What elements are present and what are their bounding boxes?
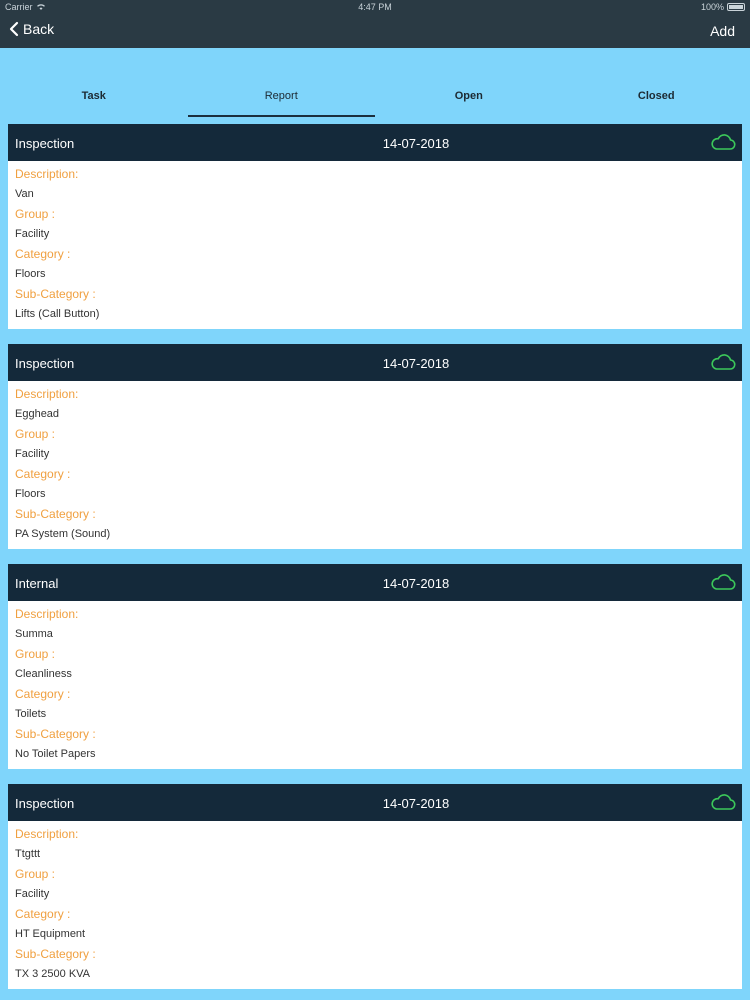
battery-percent: 100% bbox=[700, 2, 724, 12]
report-card[interactable]: Inspection 14-07-2018 Description: Egghe… bbox=[8, 344, 742, 549]
sub-category-label: Sub-Category : bbox=[15, 507, 96, 521]
category-value: Floors bbox=[15, 488, 46, 500]
report-date: 14-07-2018 bbox=[382, 576, 450, 591]
description-value: Ttgttt bbox=[15, 848, 41, 860]
sub-category-value: No Toilet Papers bbox=[15, 748, 96, 760]
report-card[interactable]: Inspection 14-07-2018 Description: Van G… bbox=[8, 124, 742, 329]
category-value: Floors bbox=[15, 268, 46, 280]
description-value: Egghead bbox=[15, 408, 60, 420]
group-label: Group : bbox=[15, 427, 56, 441]
sub-category-value: TX 3 2500 KVA bbox=[15, 968, 91, 980]
group-value: Facility bbox=[15, 448, 50, 460]
sub-category-value: Lifts (Call Button) bbox=[15, 308, 100, 320]
report-list: Inspection 14-07-2018 Description: Van G… bbox=[8, 124, 742, 1000]
sub-category-label: Sub-Category : bbox=[15, 727, 96, 741]
card-header: Internal 14-07-2018 bbox=[8, 564, 742, 601]
status-time: 4:47 PM bbox=[358, 2, 392, 12]
cloud-icon[interactable] bbox=[710, 793, 736, 811]
card-body: Description: Summa Group : Cleanliness C… bbox=[8, 601, 742, 764]
category-label: Category : bbox=[15, 687, 71, 701]
card-header: Inspection 14-07-2018 bbox=[8, 784, 742, 821]
tab-closed[interactable]: Closed bbox=[563, 80, 750, 118]
cloud-icon[interactable] bbox=[710, 353, 736, 371]
group-value: Facility bbox=[15, 228, 50, 240]
report-card[interactable]: Inspection 14-07-2018 Description: Ttgtt… bbox=[8, 784, 742, 989]
category-label: Category : bbox=[15, 247, 71, 261]
description-value: Van bbox=[15, 188, 34, 200]
card-body: Description: Egghead Group : Facility Ca… bbox=[8, 381, 742, 544]
description-label: Description: bbox=[15, 167, 79, 181]
category-value: HT Equipment bbox=[15, 928, 86, 940]
description-label: Description: bbox=[15, 607, 79, 621]
battery-group: 100% bbox=[701, 2, 745, 12]
status-bar: Carrier 4:47 PM 100% bbox=[0, 0, 750, 14]
cloud-icon[interactable] bbox=[710, 573, 736, 591]
report-date: 14-07-2018 bbox=[382, 136, 450, 151]
card-body: Description: Van Group : Facility Catego… bbox=[8, 161, 742, 324]
description-label: Description: bbox=[15, 827, 79, 841]
sub-category-label: Sub-Category : bbox=[15, 947, 96, 961]
tab-task[interactable]: Task bbox=[0, 80, 188, 118]
description-label: Description: bbox=[15, 387, 79, 401]
card-header: Inspection 14-07-2018 bbox=[8, 124, 742, 161]
sub-category-value: PA System (Sound) bbox=[15, 528, 111, 540]
report-date: 14-07-2018 bbox=[382, 356, 450, 371]
sub-category-label: Sub-Category : bbox=[15, 287, 96, 301]
card-header: Inspection 14-07-2018 bbox=[8, 344, 742, 381]
group-value: Cleanliness bbox=[15, 668, 72, 680]
add-button[interactable]: Add bbox=[710, 23, 735, 39]
group-label: Group : bbox=[15, 207, 56, 221]
back-label: Back bbox=[23, 21, 55, 37]
tab-report[interactable]: Report bbox=[187, 80, 376, 118]
category-value: Toilets bbox=[15, 708, 47, 720]
group-label: Group : bbox=[15, 867, 56, 881]
card-body: Description: Ttgttt Group : Facility Cat… bbox=[8, 821, 742, 984]
group-value: Facility bbox=[15, 888, 50, 900]
tab-open[interactable]: Open bbox=[375, 80, 563, 118]
back-button[interactable]: Back bbox=[9, 21, 54, 37]
chevron-left-icon bbox=[9, 21, 19, 37]
battery-icon bbox=[727, 3, 745, 11]
report-date: 14-07-2018 bbox=[382, 796, 450, 811]
description-value: Summa bbox=[15, 628, 53, 640]
category-label: Category : bbox=[15, 907, 71, 921]
report-card[interactable]: Internal 14-07-2018 Description: Summa G… bbox=[8, 564, 742, 769]
cloud-icon[interactable] bbox=[710, 133, 736, 151]
navigation-bar: Back Add bbox=[0, 14, 750, 48]
group-label: Group : bbox=[15, 647, 56, 661]
category-label: Category : bbox=[15, 467, 71, 481]
tab-bar: Task Report Open Closed bbox=[0, 80, 750, 118]
